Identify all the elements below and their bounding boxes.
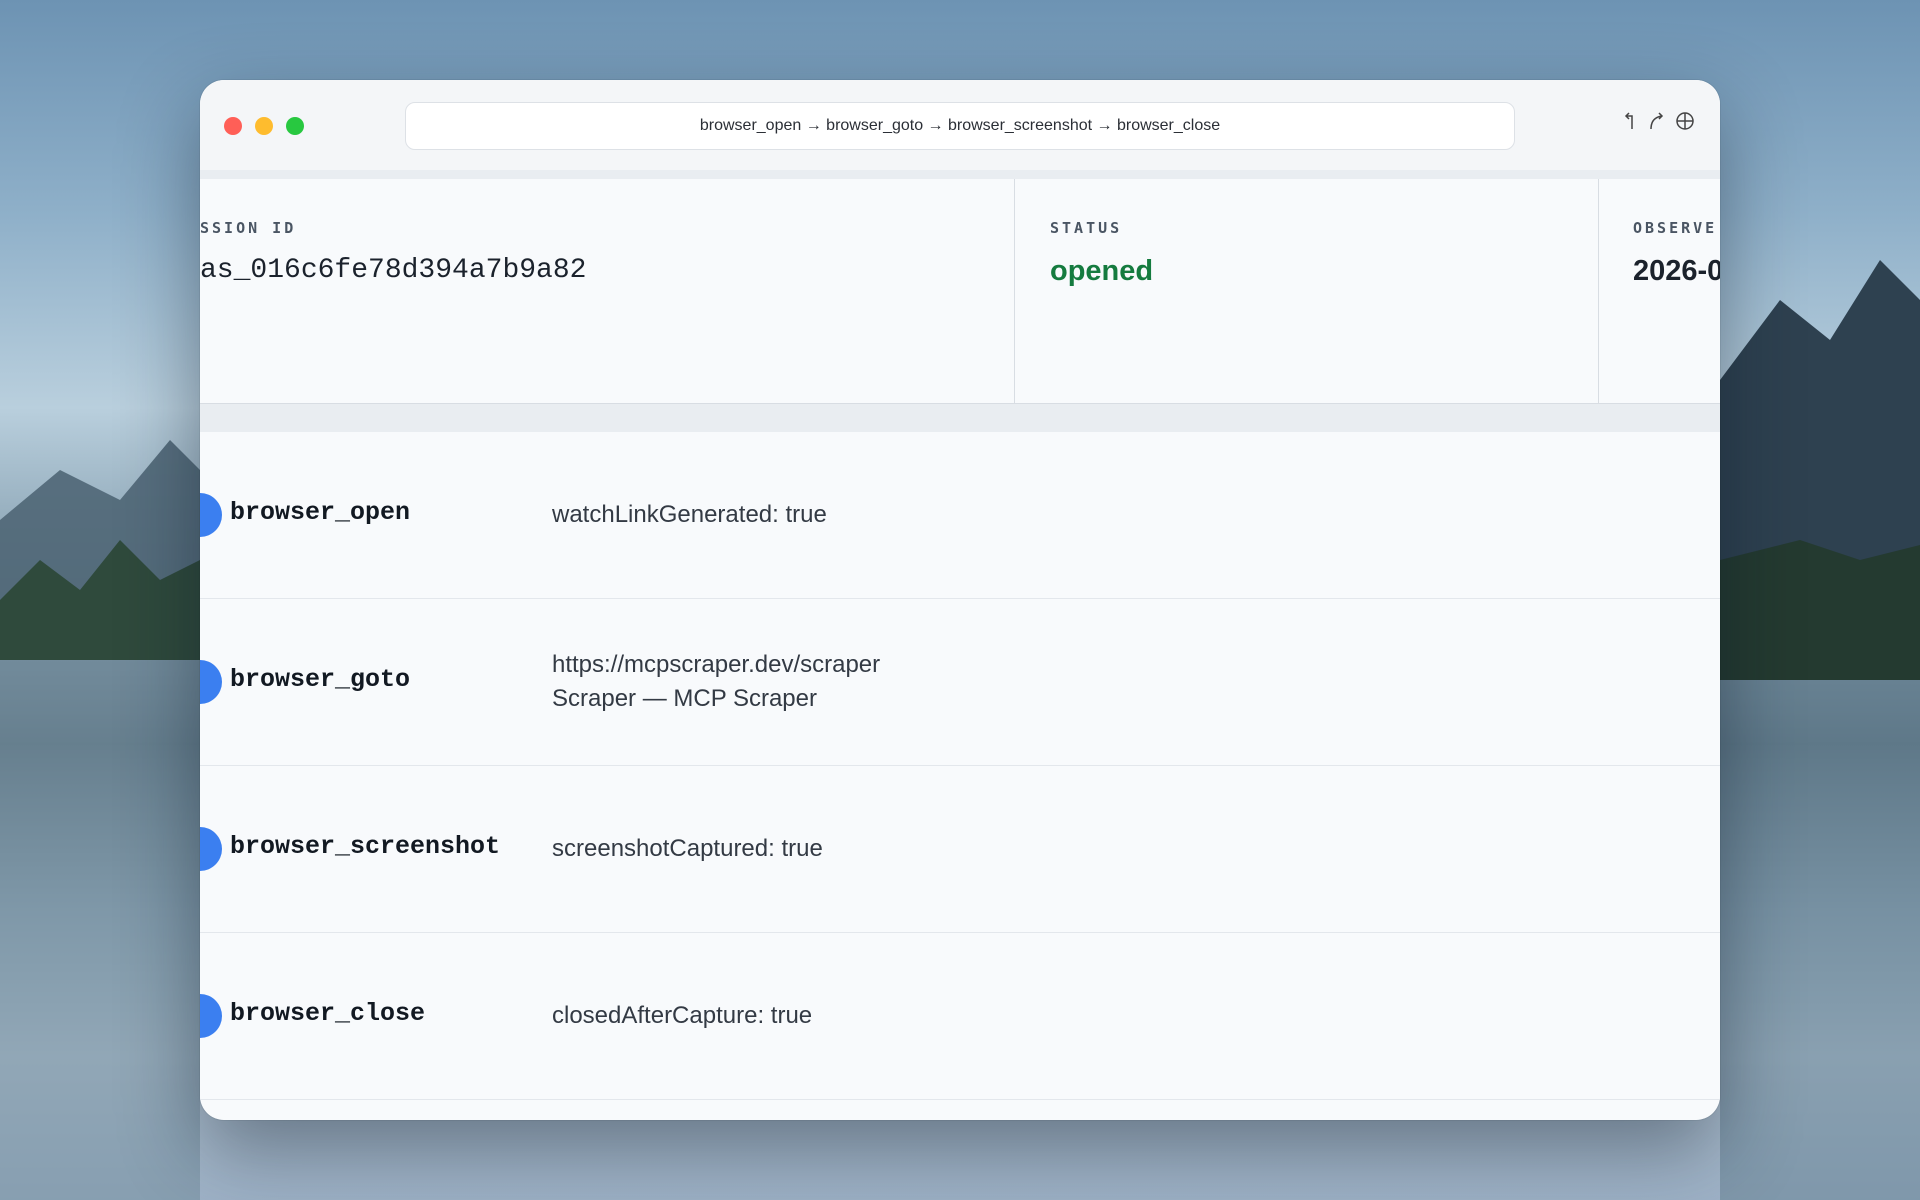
step-name: browser_goto <box>230 665 411 694</box>
window-titlebar: browser_open → browser_goto → browser_sc… <box>200 80 1720 171</box>
address-text: browser_open → browser_goto → browser_sc… <box>699 117 1221 134</box>
step-name: browser_open <box>230 498 411 527</box>
address-bar[interactable]: browser_open → browser_goto → browser_sc… <box>405 102 1515 150</box>
step-detail-line: watchLinkGenerated: true <box>552 501 827 528</box>
observed-label: OBSERVE <box>1633 219 1718 237</box>
step-status-dot <box>200 994 222 1038</box>
status-card: STATUS opened <box>1015 179 1599 404</box>
step-detail-line: closedAfterCapture: true <box>552 1002 813 1029</box>
step-row-browser-close: browser_close closedAfterCapture: true <box>200 933 1720 1100</box>
step-detail-url[interactable]: https://mcpscraper.dev/scraper <box>552 648 880 682</box>
step-name: browser_screenshot <box>230 832 501 861</box>
globe-icon[interactable] <box>1674 110 1696 132</box>
step-detail: screenshotCaptured: true <box>552 832 823 866</box>
section-divider <box>200 404 1720 432</box>
observed-value: 2026-0 <box>1633 255 1720 287</box>
step-detail: https://mcpscraper.dev/scraper Scraper —… <box>552 648 880 716</box>
observed-card: OBSERVE 2026-0 <box>1599 179 1720 404</box>
back-arrow-icon[interactable] <box>1618 110 1640 132</box>
forward-arrow-icon[interactable] <box>1646 110 1668 132</box>
step-detail-line: screenshotCaptured: true <box>552 835 823 862</box>
close-window-button[interactable] <box>224 117 242 135</box>
step-status-dot <box>200 827 222 871</box>
step-row-browser-goto: browser_goto https://mcpscraper.dev/scra… <box>200 599 1720 766</box>
maximize-window-button[interactable] <box>286 117 304 135</box>
minimize-window-button[interactable] <box>255 117 273 135</box>
status-label: STATUS <box>1050 219 1123 237</box>
step-status-dot <box>200 493 222 537</box>
step-row-browser-screenshot: browser_screenshot screenshotCaptured: t… <box>200 766 1720 933</box>
status-value: opened <box>1050 255 1154 287</box>
step-detail: closedAfterCapture: true <box>552 999 812 1033</box>
session-id-value: as_016c6fe78d394a7b9a82 <box>200 255 587 286</box>
steps-list: browser_open watchLinkGenerated: true br… <box>200 432 1720 1100</box>
session-id-label: SSION ID <box>200 219 297 237</box>
step-name: browser_close <box>230 999 426 1028</box>
step-detail-page-title: Scraper — MCP Scraper <box>552 685 817 712</box>
session-id-card: SSION ID as_016c6fe78d394a7b9a82 <box>200 179 1015 404</box>
browser-window: browser_open → browser_goto → browser_sc… <box>200 80 1720 1120</box>
toolbar-icons <box>1618 110 1696 132</box>
step-status-dot <box>200 660 222 704</box>
step-detail: watchLinkGenerated: true <box>552 498 827 532</box>
step-row-browser-open: browser_open watchLinkGenerated: true <box>200 432 1720 599</box>
